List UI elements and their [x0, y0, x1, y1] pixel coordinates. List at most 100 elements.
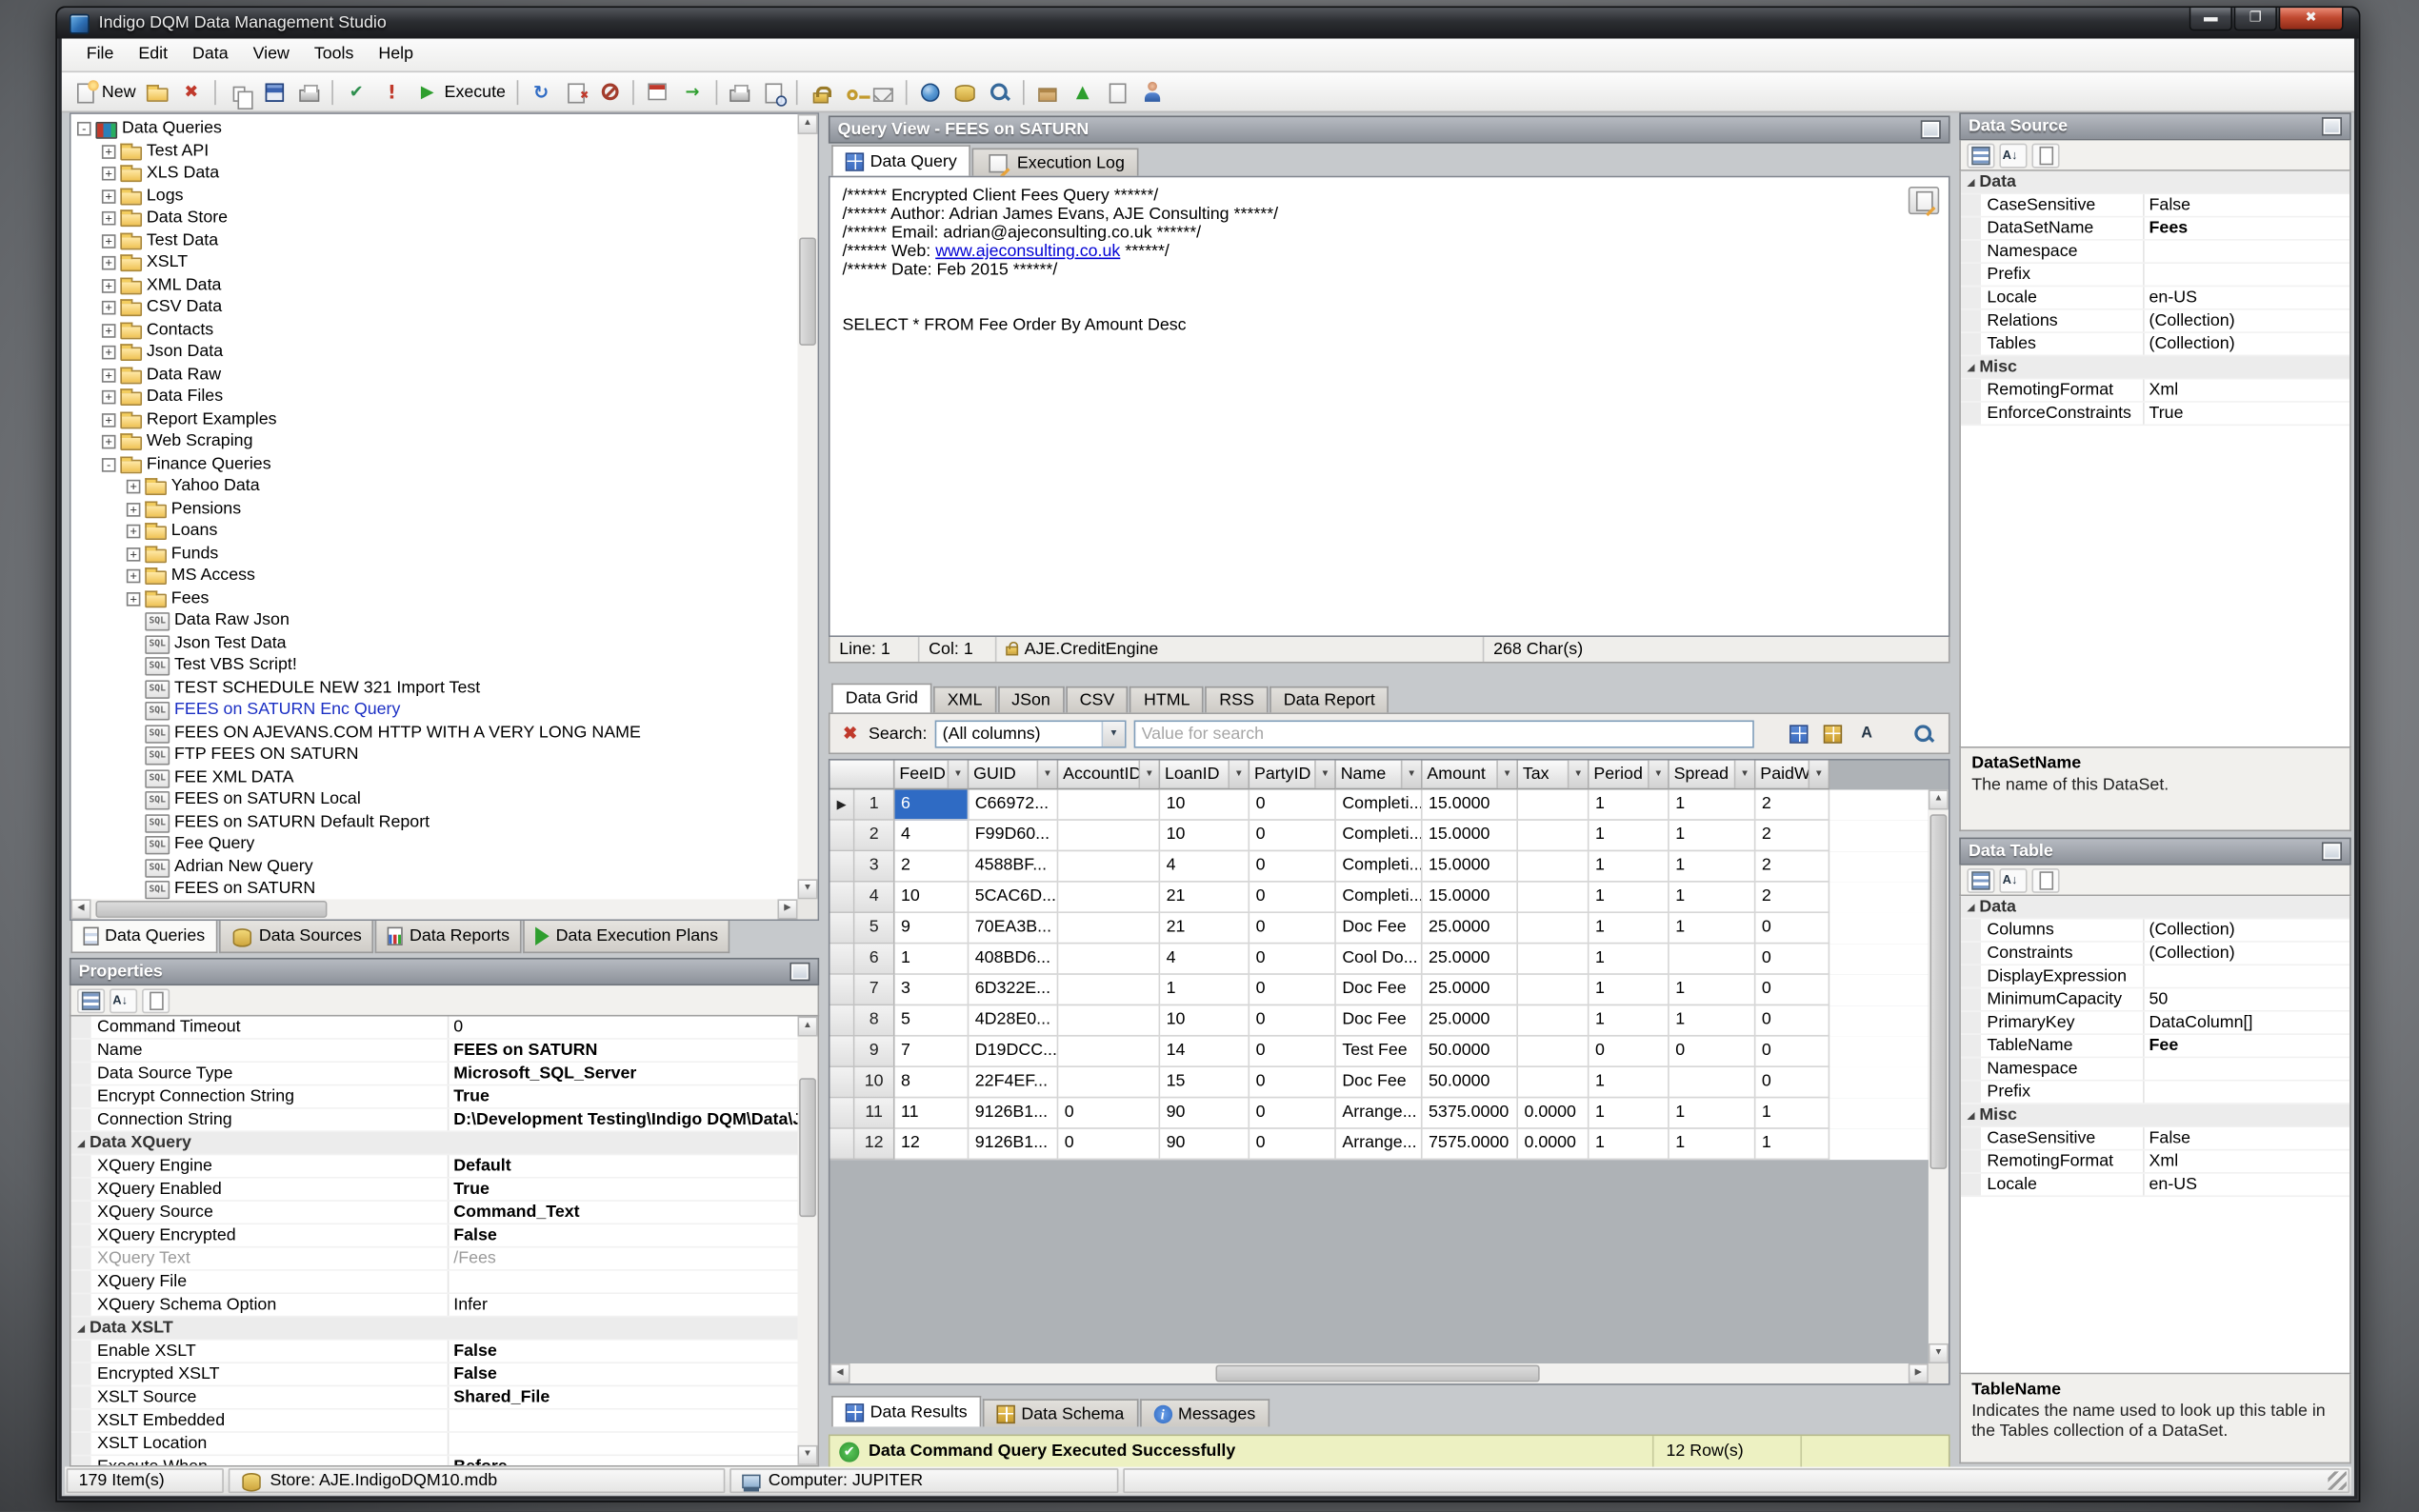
cell[interactable]: 2 [1755, 883, 1829, 913]
column-header-feeid[interactable]: FeeID▼ [895, 761, 970, 790]
cell[interactable]: 10 [1160, 789, 1249, 820]
cell[interactable]: 4588BF... [969, 851, 1058, 882]
tree-expander-icon[interactable]: + [102, 390, 116, 405]
property-row-xslt-location[interactable]: XSLT Location [71, 1433, 798, 1456]
cell[interactable]: 5 [895, 1005, 970, 1036]
cell[interactable]: 1 [1589, 913, 1669, 944]
table-row[interactable]: ▶16C66972...100Completi...15.0000112 [830, 789, 1929, 820]
user-profile-button[interactable] [1135, 75, 1170, 108]
property-row-namespace[interactable]: Namespace [1961, 241, 2349, 264]
tree-item-data-store[interactable]: +Data Store [71, 209, 798, 230]
cell[interactable]: F99D60... [969, 821, 1058, 851]
property-value[interactable] [2145, 1082, 2349, 1104]
row-number[interactable]: 5 [854, 913, 894, 944]
property-value[interactable]: Command_Text [449, 1202, 797, 1224]
property-row-enforceconstraints[interactable]: EnforceConstraintsTrue [1961, 403, 2349, 426]
tab-data-query[interactable]: Data Query [831, 145, 970, 175]
cell[interactable]: 2 [1755, 851, 1829, 882]
tab-json[interactable]: JSon [998, 686, 1065, 713]
cell[interactable]: 0 [1249, 975, 1336, 1005]
cell[interactable]: 1 [1669, 883, 1756, 913]
column-filter-icon[interactable]: ▼ [948, 761, 968, 788]
cell[interactable]: 90 [1160, 1098, 1249, 1128]
property-value[interactable] [2145, 264, 2349, 286]
property-value[interactable]: Infer [449, 1294, 797, 1316]
search-column-dropdown[interactable]: (All columns) ▼ [935, 720, 1127, 747]
tree-vertical-scrollbar[interactable]: ▲ ▼ [797, 114, 817, 900]
tree-item-adrian-new-query[interactable]: +SQLAdrian New Query [71, 857, 798, 879]
cell[interactable]: 90 [1160, 1129, 1249, 1160]
tree-item-data-raw-json[interactable]: +SQLData Raw Json [71, 610, 798, 632]
column-header-partyid[interactable]: PartyID▼ [1249, 761, 1336, 790]
cell[interactable]: 1 [1755, 1098, 1829, 1128]
table-row[interactable]: 854D28E0...100Doc Fee25.0000110 [830, 1005, 1929, 1036]
row-number[interactable]: 2 [854, 821, 894, 851]
column-filter-icon[interactable]: ▼ [1314, 761, 1334, 788]
tree-item-data-raw[interactable]: +Data Raw [71, 365, 798, 387]
copy-button[interactable] [222, 75, 256, 108]
title-bar[interactable]: Indigo DQM Data Management Studio ▬ ❐ ✖ [57, 8, 2359, 38]
cell[interactable]: 6 [895, 789, 970, 820]
cell[interactable]: 1 [1669, 1129, 1756, 1160]
tree-expander-icon[interactable]: + [102, 233, 116, 248]
property-row-primarykey[interactable]: PrimaryKeyDataColumn[] [1961, 1012, 2349, 1035]
cell[interactable]: 1 [1589, 821, 1669, 851]
property-row-xquery-enabled[interactable]: XQuery EnabledTrue [71, 1179, 798, 1202]
scroll-up-icon[interactable]: ▲ [797, 114, 817, 134]
property-category-data[interactable]: Data [1961, 896, 2349, 919]
tree-expander-icon[interactable]: + [102, 368, 116, 382]
tree-expander-icon[interactable]: + [102, 167, 116, 181]
tree-item-fee-query[interactable]: +SQLFee Query [71, 834, 798, 856]
row-number[interactable]: 12 [854, 1129, 894, 1160]
close-button[interactable]: ✖ [2279, 8, 2344, 30]
property-value[interactable]: Before [449, 1456, 797, 1465]
tab-execution-log[interactable]: Execution Log [972, 149, 1138, 176]
cell[interactable]: Completi... [1336, 883, 1423, 913]
property-value[interactable] [2145, 965, 2349, 987]
property-value[interactable]: 0 [449, 1017, 797, 1039]
cell[interactable] [1058, 1005, 1160, 1036]
tab-data-execution-plans[interactable]: Data Execution Plans [524, 921, 730, 953]
row-number[interactable]: 8 [854, 1005, 894, 1036]
cancel-execution-button[interactable] [560, 75, 592, 108]
tree-item-yahoo-data[interactable]: +Yahoo Data [71, 477, 798, 499]
property-row-data-source-type[interactable]: Data Source TypeMicrosoft_SQL_Server [71, 1063, 798, 1085]
tree-item-fees-on-saturn-default-report[interactable]: +SQLFEES on SATURN Default Report [71, 812, 798, 834]
cell[interactable]: 0 [1249, 1037, 1336, 1067]
cell[interactable]: 0 [1249, 1098, 1336, 1128]
property-row-execute-when[interactable]: Execute WhenBefore [71, 1456, 798, 1465]
property-row-casesensitive[interactable]: CaseSensitiveFalse [1961, 194, 2349, 217]
tab-data-schema[interactable]: Data Schema [983, 1399, 1138, 1426]
cell[interactable]: 0 [1249, 913, 1336, 944]
tree-item-contacts[interactable]: +Contacts [71, 320, 798, 342]
table-row[interactable]: 12129126B1...0900Arrange...7575.00000.00… [830, 1129, 1929, 1160]
column-filter-icon[interactable]: ▼ [1228, 761, 1248, 788]
maximize-button[interactable]: ❐ [2234, 8, 2277, 30]
row-number[interactable]: 1 [854, 789, 894, 820]
column-filter-icon[interactable]: ▼ [1568, 761, 1588, 788]
tree-expander-icon[interactable]: + [102, 256, 116, 270]
cell[interactable]: 9126B1... [969, 1098, 1058, 1128]
property-value[interactable] [449, 1271, 797, 1293]
cell[interactable] [1058, 821, 1160, 851]
cell[interactable]: 25.0000 [1423, 975, 1518, 1005]
scroll-down-icon[interactable]: ▼ [797, 1445, 817, 1465]
tree-item-funds[interactable]: +Funds [71, 544, 798, 566]
cell[interactable]: 1 [1589, 1005, 1669, 1036]
tree-expander-icon[interactable]: + [127, 591, 141, 606]
property-row-columns[interactable]: Columns(Collection) [1961, 919, 2349, 942]
print-button[interactable] [293, 75, 326, 108]
tree-item-ms-access[interactable]: +MS Access [71, 567, 798, 588]
cell[interactable]: 1 [1669, 975, 1756, 1005]
property-value[interactable]: True [449, 1179, 797, 1201]
cell[interactable]: 10 [895, 883, 970, 913]
cell[interactable] [1058, 1067, 1160, 1098]
property-value[interactable] [449, 1433, 797, 1455]
cell[interactable]: 1 [1589, 1129, 1669, 1160]
cell[interactable]: 10 [1160, 821, 1249, 851]
cell[interactable]: 4 [895, 821, 970, 851]
tree-item-json-test-data[interactable]: +SQLJson Test Data [71, 633, 798, 655]
font-options-button[interactable]: A [1851, 720, 1882, 747]
save-button[interactable] [258, 75, 292, 108]
property-row-remotingformat[interactable]: RemotingFormatXml [1961, 1150, 2349, 1173]
